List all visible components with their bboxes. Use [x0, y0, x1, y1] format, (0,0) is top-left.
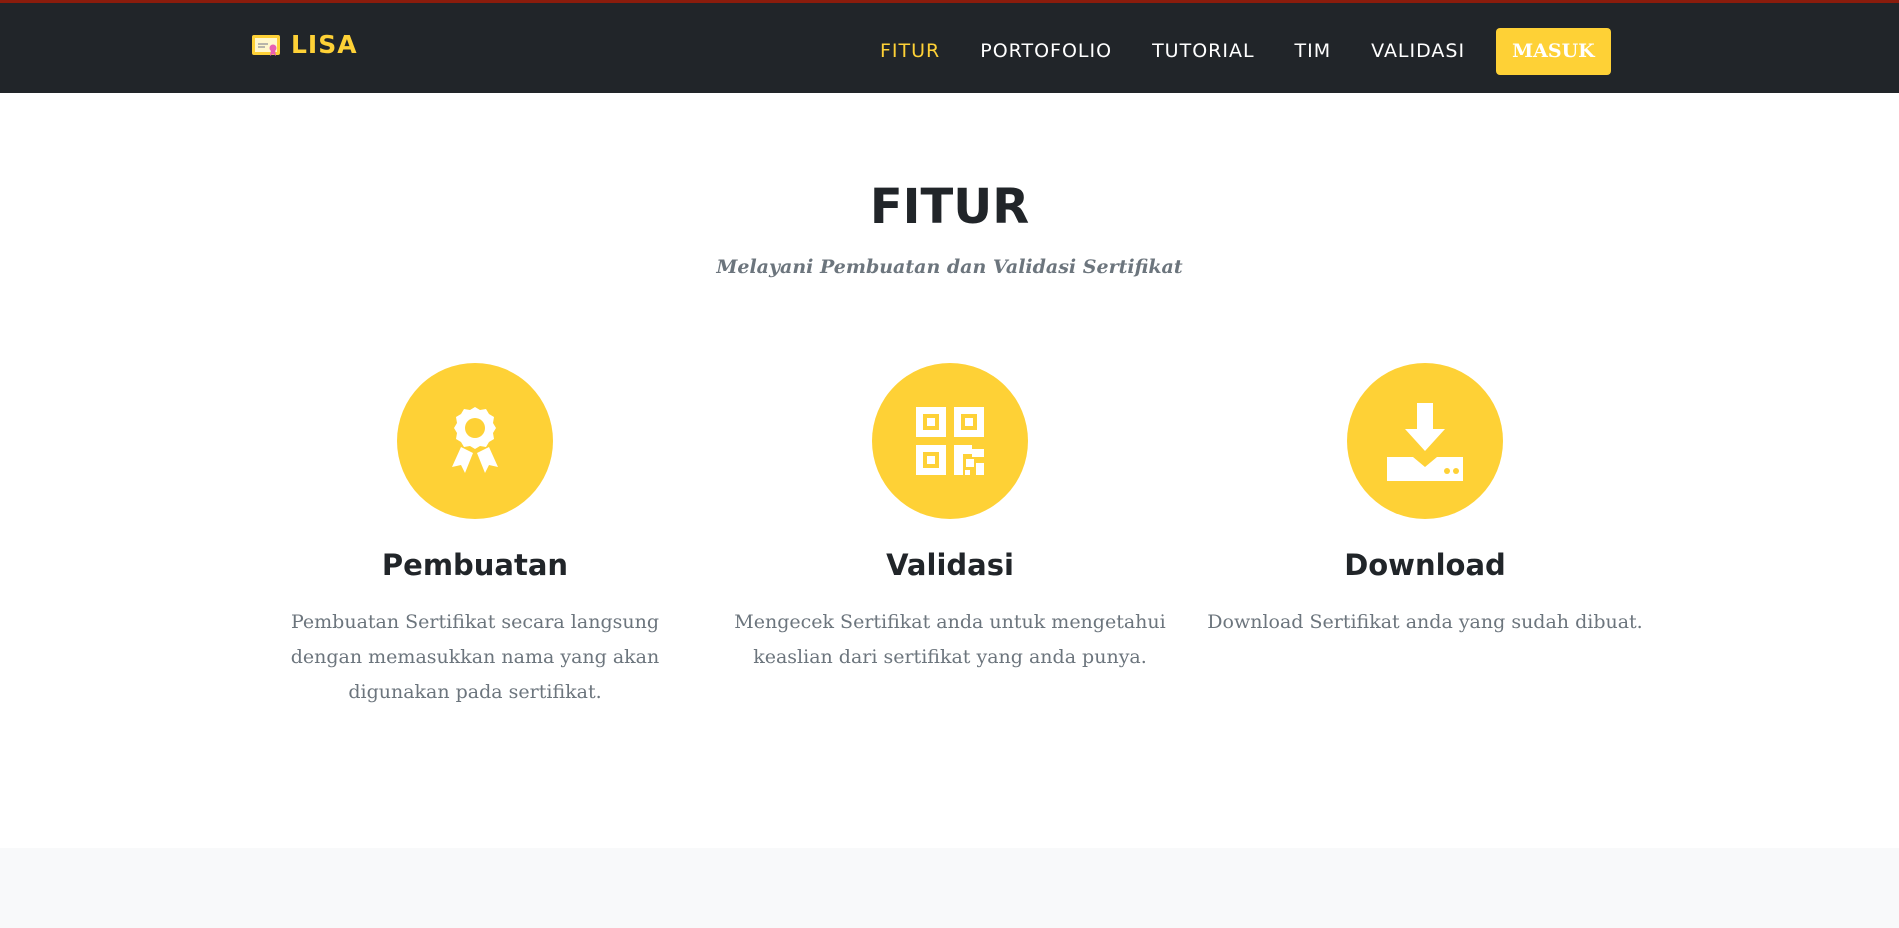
section-subtitle: Melayani Pembuatan dan Validasi Sertifik…: [716, 256, 1183, 278]
section-title: FITUR: [869, 179, 1030, 235]
nav-link-tim[interactable]: TIM: [1295, 27, 1332, 75]
brand-link[interactable]: LISA: [251, 30, 358, 59]
feature-download: Download Download Sertifikat anda yang s…: [1195, 363, 1655, 640]
feature-validasi: Validasi Mengecek Sertifikat anda untuk …: [720, 363, 1180, 675]
feature-title: Validasi: [886, 548, 1014, 582]
next-section-band: [0, 848, 1899, 928]
feature-description: Download Sertifikat anda yang sudah dibu…: [1207, 611, 1643, 633]
brand-name: LISA: [291, 30, 358, 59]
nav-link-fitur[interactable]: FITUR: [880, 27, 940, 75]
feature-title: Download: [1344, 548, 1506, 582]
nav-link-portofolio[interactable]: PORTOFOLIO: [980, 27, 1112, 75]
feature-title: Pembuatan: [381, 548, 569, 582]
nav-link-validasi[interactable]: VALIDASI: [1371, 27, 1465, 75]
navbar: LISA FITUR PORTOFOLIO TUTORIAL TIM VALID…: [0, 0, 1899, 93]
feature-pembuatan: Pembuatan Pembuatan Sertifikat secara la…: [245, 363, 705, 710]
feature-description: Pembuatan Sertifikat secara langsung den…: [290, 611, 660, 703]
certificate-logo-icon: [252, 34, 280, 56]
feature-description: Mengecek Sertifikat anda untuk mengetahu…: [734, 611, 1166, 668]
nav-menu: FITUR PORTOFOLIO TUTORIAL TIM VALIDASI M…: [880, 27, 1611, 75]
feature-icon-circle: [872, 363, 1028, 519]
feature-icon-circle: [397, 363, 553, 519]
qrcode-icon: [916, 407, 984, 475]
nav-link-tutorial[interactable]: TUTORIAL: [1152, 27, 1254, 75]
award-icon: [452, 407, 498, 473]
download-icon: [1387, 403, 1463, 481]
feature-icon-circle: [1347, 363, 1503, 519]
login-button[interactable]: MASUK: [1496, 27, 1611, 75]
